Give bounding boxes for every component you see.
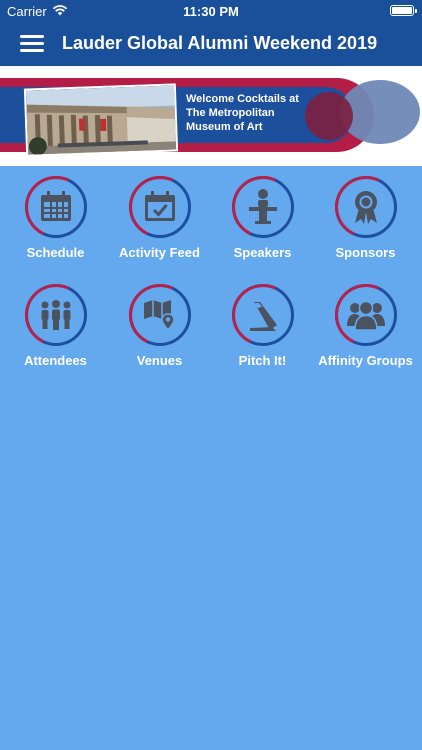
map-pin-icon [144, 300, 175, 331]
battery-icon [390, 5, 417, 16]
page-title: Lauder Global Alumni Weekend 2019 [62, 33, 378, 53]
menu-item-venues[interactable]: Venues [108, 274, 211, 376]
menu-label-sponsors: Sponsors [335, 245, 396, 260]
menu-label-schedule: Schedule [26, 245, 85, 260]
attendees-icon-ring [25, 284, 87, 346]
event-banner[interactable]: Welcome Cocktails at The Metropolitan Mu… [0, 66, 422, 166]
menu-label-affinity-groups: Affinity Groups [318, 353, 413, 368]
menu-label-attendees: Attendees [24, 353, 87, 368]
menu-label-speakers: Speakers [233, 245, 292, 260]
people-icon [41, 300, 71, 330]
menu-item-speakers[interactable]: Speakers [211, 166, 314, 268]
menu-item-sponsors[interactable]: Sponsors [314, 166, 417, 268]
pitch-it-icon-ring [232, 284, 294, 346]
banner-line-2: The Metropolitan [186, 107, 275, 119]
hamburger-menu-icon[interactable] [20, 34, 44, 54]
menu-item-schedule[interactable]: Schedule [4, 166, 107, 268]
menu-item-affinity-groups[interactable]: Affinity Groups [314, 274, 417, 376]
affinity-groups-icon-ring [335, 284, 397, 346]
menu-item-pitch-it[interactable]: Pitch It! [211, 274, 314, 376]
menu-item-attendees[interactable]: Attendees [4, 274, 107, 376]
menu-label-venues: Venues [136, 353, 183, 368]
banner-line-3: Museum of Art [186, 121, 263, 133]
header: Carrier 11:30 PM Lauder Global Alumni We… [0, 0, 422, 66]
speakers-icon-ring [232, 176, 294, 238]
status-time: 11:30 PM [183, 4, 239, 19]
museum-photo [23, 83, 179, 157]
calendar-check-icon [145, 191, 175, 221]
speaker-podium-icon [249, 189, 277, 224]
status-bar: Carrier 11:30 PM [0, 0, 422, 22]
megaphone-icon [250, 302, 277, 331]
sponsors-icon-ring [335, 176, 397, 238]
menu-item-activity-feed[interactable]: Activity Feed [108, 166, 211, 268]
venues-icon-ring [129, 284, 191, 346]
banner-line-1: Welcome Cocktails at [186, 93, 299, 105]
group-icon [347, 300, 385, 330]
ribbon-award-icon [355, 191, 377, 224]
menu-label-pitch-it: Pitch It! [238, 353, 287, 368]
activity-feed-icon-ring [129, 176, 191, 238]
banner-caption: Welcome Cocktails at The Metropolitan Mu… [186, 92, 316, 134]
schedule-icon-ring [25, 176, 87, 238]
menu-label-activity-feed: Activity Feed [119, 245, 200, 260]
calendar-icon [41, 191, 71, 221]
navigation-bar: Lauder Global Alumni Weekend 2019 [0, 22, 422, 66]
